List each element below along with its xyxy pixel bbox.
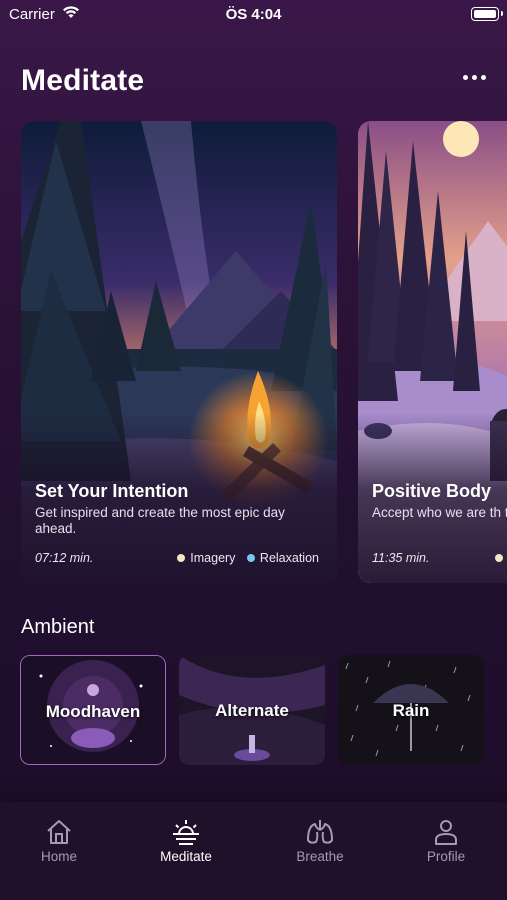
ambient-tile-moodhaven[interactable]: Moodhaven <box>20 655 166 765</box>
featured-card-positive-body[interactable]: Positive Body Accept who we are th talk,… <box>358 121 507 583</box>
tab-label: Meditate <box>160 849 212 864</box>
person-icon <box>435 820 457 845</box>
featured-card-set-your-intention[interactable]: Set Your Intention Get inspired and crea… <box>21 121 337 583</box>
tab-meditate[interactable]: Meditate <box>123 802 249 872</box>
card-title: Positive Body <box>372 481 492 501</box>
card-tags: Imagery Relaxation <box>169 551 319 565</box>
ambient-label: Moodhaven <box>45 702 141 721</box>
card-description: Accept who we are th talk, self-love and… <box>372 505 507 520</box>
tab-label: Breathe <box>296 849 344 864</box>
ambient-tile-alternate[interactable]: Alternate <box>179 655 325 765</box>
card-description: Get inspired and create the most epic da… <box>35 505 285 536</box>
tab-home[interactable]: Home <box>0 802 122 872</box>
card-duration: 07:12 min. <box>35 551 94 565</box>
clock: ÖS 4:04 <box>225 6 282 23</box>
tab-label: Home <box>40 849 77 864</box>
ambient-label: Rain <box>392 701 430 720</box>
sunrise-icon <box>173 820 199 845</box>
card-duration: 11:35 min. <box>372 551 430 565</box>
tag-label: Imagery <box>190 551 236 565</box>
tab-label: Profile <box>426 849 466 864</box>
tag-dot <box>246 554 255 562</box>
tab-bar: Home Meditate Breathe Profile <box>0 802 507 900</box>
tab-breathe[interactable]: Breathe <box>257 802 383 872</box>
ambient-label: Alternate <box>215 701 289 720</box>
tag-dot <box>495 554 503 562</box>
card-title: Set Your Intention <box>35 481 189 501</box>
status-bar: Carrier ÖS 4:04 <box>0 0 507 30</box>
lungs-icon <box>307 820 333 844</box>
tag-label: Relaxation <box>259 551 319 565</box>
tag-partial <box>495 551 507 565</box>
ellipsis-icon[interactable] <box>463 70 487 84</box>
tag-relaxation: Relaxation <box>246 551 319 565</box>
tag-dot <box>177 554 186 562</box>
page-title: Meditate <box>21 64 145 97</box>
card-tags <box>495 551 507 565</box>
section-title-ambient: Ambient <box>21 616 95 638</box>
house-icon <box>47 820 71 844</box>
ambient-tile-rain[interactable]: Rain <box>338 655 484 765</box>
tab-profile[interactable]: Profile <box>383 802 507 872</box>
tag-imagery: Imagery <box>177 551 235 565</box>
battery-icon <box>471 7 499 21</box>
